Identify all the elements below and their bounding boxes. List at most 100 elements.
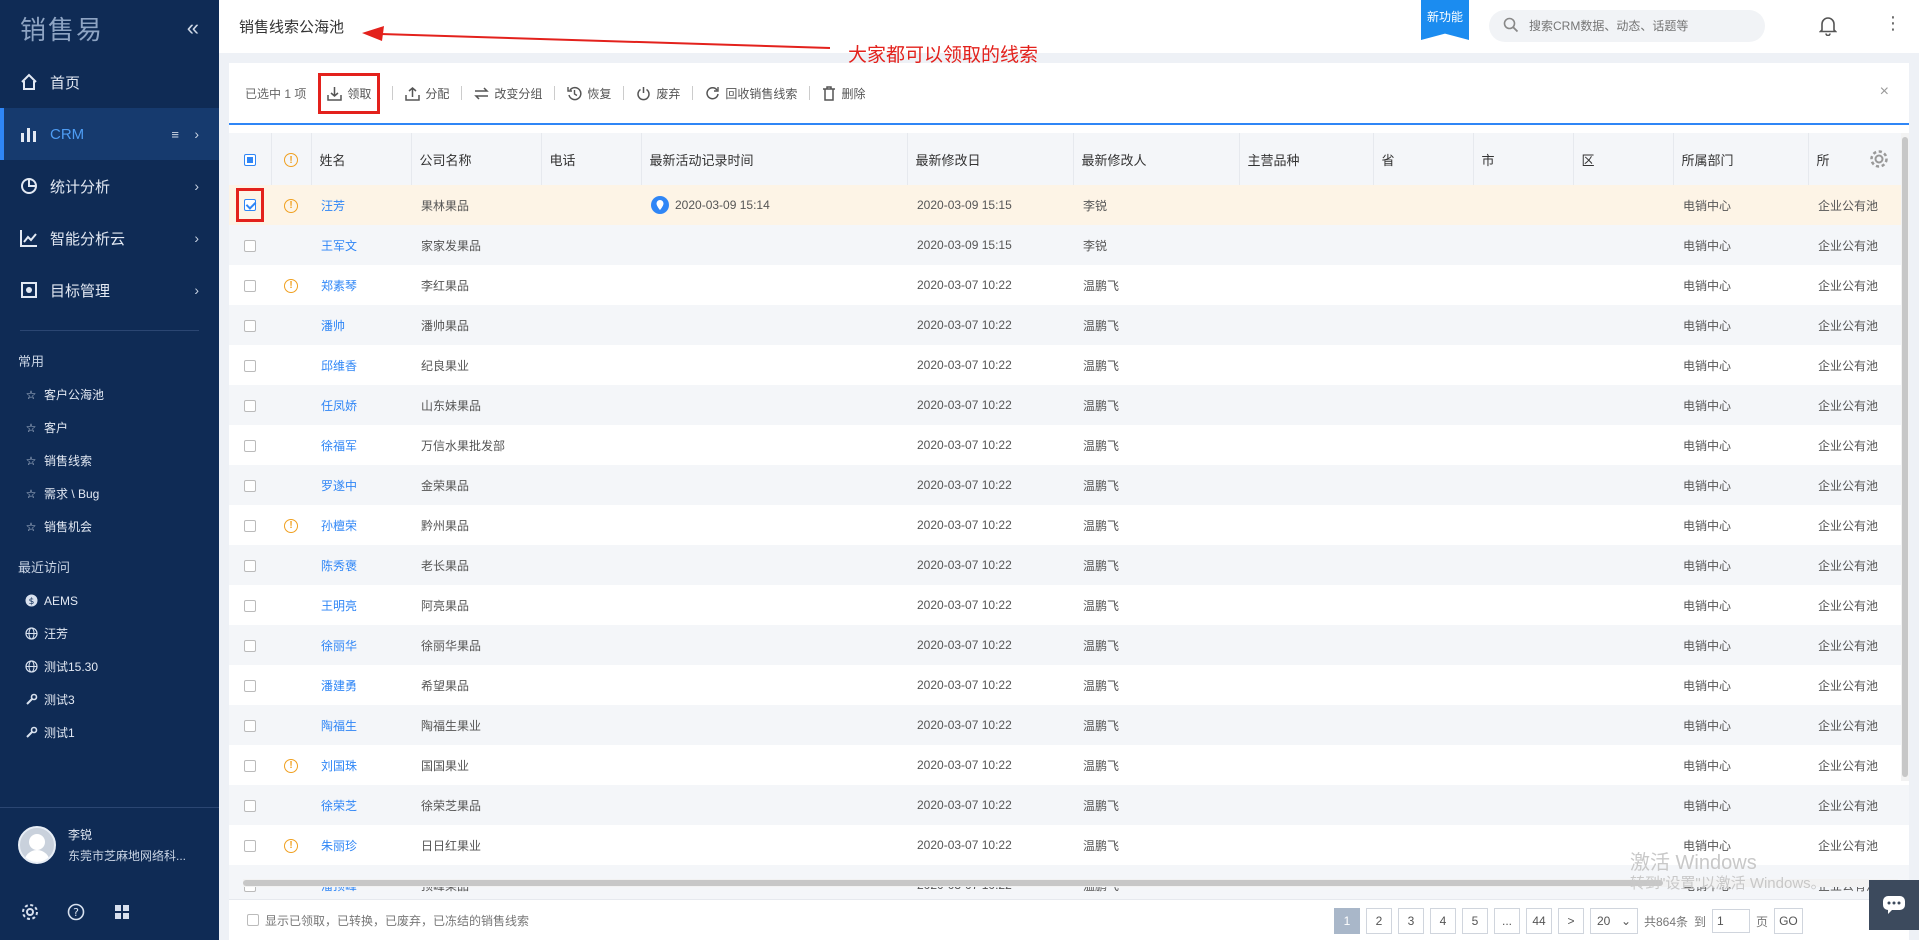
table-row[interactable]: 徐丽华 徐丽华果品 2020-03-07 10:22 温鹏飞 电销中心 企业公有池 [229,625,1909,665]
gear-icon[interactable] [20,902,40,922]
column-header[interactable]: 最新修改人 [1073,133,1240,185]
lead-name-link[interactable]: 陈秀褒 [311,545,411,585]
page-button[interactable]: 5 [1462,908,1488,934]
page-button[interactable]: 2 [1366,908,1392,934]
frequent-item-requirements[interactable]: ☆ 需求 \ Bug [0,477,219,510]
abandon-button[interactable]: 废弃 [636,85,680,102]
nav-analytics-cloud[interactable]: 智能分析云 › [0,212,219,264]
column-header[interactable]: 所属部门 [1673,133,1809,185]
lead-name-link[interactable]: 王明亮 [311,585,411,625]
table-row[interactable]: ! 汪芳 果林果品 2020-03-09 15:14 2020-03-09 15:15 李… [229,185,1909,225]
horizontal-scroll-thumb[interactable] [243,880,1663,886]
row-checkbox[interactable] [244,839,256,852]
more-vertical-icon[interactable]: ⋮ [1884,14,1902,32]
table-row[interactable]: 王明亮 阿亮果品 2020-03-07 10:22 温鹏飞 电销中心 企业公有池 [229,585,1909,625]
row-checkbox[interactable] [244,199,256,211]
recent-item-test1[interactable]: 测试1 [0,716,219,749]
page-button[interactable]: 44 [1526,908,1552,934]
column-header[interactable]: 市 [1473,133,1574,185]
row-checkbox[interactable] [244,399,256,412]
lead-name-link[interactable]: 任凤娇 [311,385,411,425]
lead-name-link[interactable]: 刘国珠 [311,745,411,785]
nav-home[interactable]: 首页 [0,56,219,108]
row-checkbox[interactable] [244,639,256,652]
table-row[interactable]: 王军文 家家发果品 2020-03-09 15:15 李锐 电销中心 企业公有池 [229,225,1909,265]
table-row[interactable]: 潘帅 潘帅果品 2020-03-07 10:22 温鹏飞 电销中心 企业公有池 [229,305,1909,345]
assign-button[interactable]: 分配 [405,85,449,102]
lead-name-link[interactable]: 罗遂中 [311,465,411,505]
frequent-item-opportunities[interactable]: ☆ 销售机会 [0,510,219,543]
row-checkbox[interactable] [244,519,256,532]
frequent-item-sales-leads[interactable]: ☆ 销售线索 [0,444,219,477]
row-checkbox[interactable] [244,759,256,772]
crm-menu-icon[interactable]: ≡ [171,127,179,142]
row-checkbox[interactable] [244,479,256,492]
avatar[interactable] [18,826,56,864]
table-row[interactable]: ! 孙檀荣 黔州果品 2020-03-07 10:22 温鹏飞 电销中心 企业公有池 [229,505,1909,545]
restore-button[interactable]: 恢复 [567,85,611,102]
vertical-scrollbar[interactable] [1901,133,1909,781]
delete-button[interactable]: 删除 [822,85,865,102]
new-feature-badge[interactable]: 新功能 [1421,0,1469,40]
show-archived-toggle[interactable]: 显示已领取，已转换，已废弃，已冻结的销售线索 [247,912,529,929]
column-header[interactable]: 电话 [541,133,642,185]
lead-name-link[interactable]: 潘帅 [311,305,411,345]
lead-name-link[interactable]: 徐福军 [311,425,411,465]
table-row[interactable]: 罗遂中 金荣果品 2020-03-07 10:22 温鹏飞 电销中心 企业公有池 [229,465,1909,505]
table-row[interactable]: 潘建勇 希望果品 2020-03-07 10:22 温鹏飞 电销中心 企业公有池 [229,665,1909,705]
table-row[interactable]: 徐福军 万信水果批发部 2020-03-07 10:22 温鹏飞 电销中心 企业公有池 [229,425,1909,465]
frequent-item-customer-pool[interactable]: ☆ 客户公海池 [0,378,219,411]
column-settings-gear-icon[interactable] [1869,149,1889,172]
recycle-leads-button[interactable]: 回收销售线索 [705,85,797,102]
table-row[interactable]: 陶福生 陶福生果业 2020-03-07 10:22 温鹏飞 电销中心 企业公有池 [229,705,1909,745]
apps-grid-icon[interactable] [112,902,132,922]
page-button[interactable]: 4 [1430,908,1456,934]
show-archived-checkbox[interactable] [247,914,259,926]
collapse-sidebar-icon[interactable]: « [187,15,199,41]
lead-name-link[interactable]: 徐丽华 [311,625,411,665]
change-group-button[interactable]: 改变分组 [474,85,542,102]
page-button[interactable]: 1 [1334,908,1360,934]
column-header[interactable]: 公司名称 [411,133,542,185]
lead-name-link[interactable]: 邱维香 [311,345,411,385]
frequent-item-customer[interactable]: ☆ 客户 [0,411,219,444]
column-header[interactable]: 主营品种 [1239,133,1374,185]
row-checkbox[interactable] [244,719,256,732]
lead-name-link[interactable]: 郑素琴 [311,265,411,305]
chat-icon[interactable] [1869,880,1919,930]
row-checkbox[interactable] [244,239,256,252]
column-header[interactable]: 所 [1808,133,1909,185]
lead-name-link[interactable]: 孙檀荣 [311,505,411,545]
recent-item-aems[interactable]: $ AEMS [0,584,219,617]
row-checkbox[interactable] [244,279,256,292]
claim-button[interactable]: 领取 [318,72,381,114]
nav-target[interactable]: 目标管理 › [0,264,219,316]
global-search[interactable] [1489,10,1765,42]
row-checkbox[interactable] [244,679,256,692]
lead-name-link[interactable]: 潘建勇 [311,665,411,705]
column-header[interactable]: 省 [1373,133,1474,185]
row-checkbox[interactable] [244,599,256,612]
close-icon[interactable]: × [1880,83,1889,101]
lead-name-link[interactable]: 汪芳 [311,185,411,225]
vertical-scroll-thumb[interactable] [1902,137,1908,777]
lead-name-link[interactable]: 陶福生 [311,705,411,745]
page-size-select[interactable]: 20 ⌄ [1590,908,1638,934]
bell-icon[interactable] [1818,16,1838,39]
page-button[interactable]: 3 [1398,908,1424,934]
table-row[interactable]: 陈秀褒 老长果品 2020-03-07 10:22 温鹏飞 电销中心 企业公有池 [229,545,1909,585]
column-header[interactable]: 区 [1573,133,1674,185]
lead-name-link[interactable]: 王军文 [311,225,411,265]
select-all-checkbox[interactable] [243,154,256,167]
help-icon[interactable]: ? [66,902,86,922]
nav-crm[interactable]: CRM ≡ › [0,108,219,160]
row-checkbox[interactable] [244,439,256,452]
column-header[interactable]: 姓名 [311,133,412,185]
lead-name-link[interactable]: 朱丽珍 [311,825,411,865]
next-page-button[interactable]: > [1558,908,1584,934]
recent-item-test3[interactable]: 测试3 [0,683,219,716]
table-row[interactable]: 邱维香 纪良果业 2020-03-07 10:22 温鹏飞 电销中心 企业公有池 [229,345,1909,385]
table-row[interactable]: ! 刘国珠 国国果业 2020-03-07 10:22 温鹏飞 电销中心 企业公有池 [229,745,1909,785]
table-row[interactable]: ! 郑素琴 李红果品 2020-03-07 10:22 温鹏飞 电销中心 企业公有池 [229,265,1909,305]
column-header[interactable]: 最新修改日 [907,133,1074,185]
